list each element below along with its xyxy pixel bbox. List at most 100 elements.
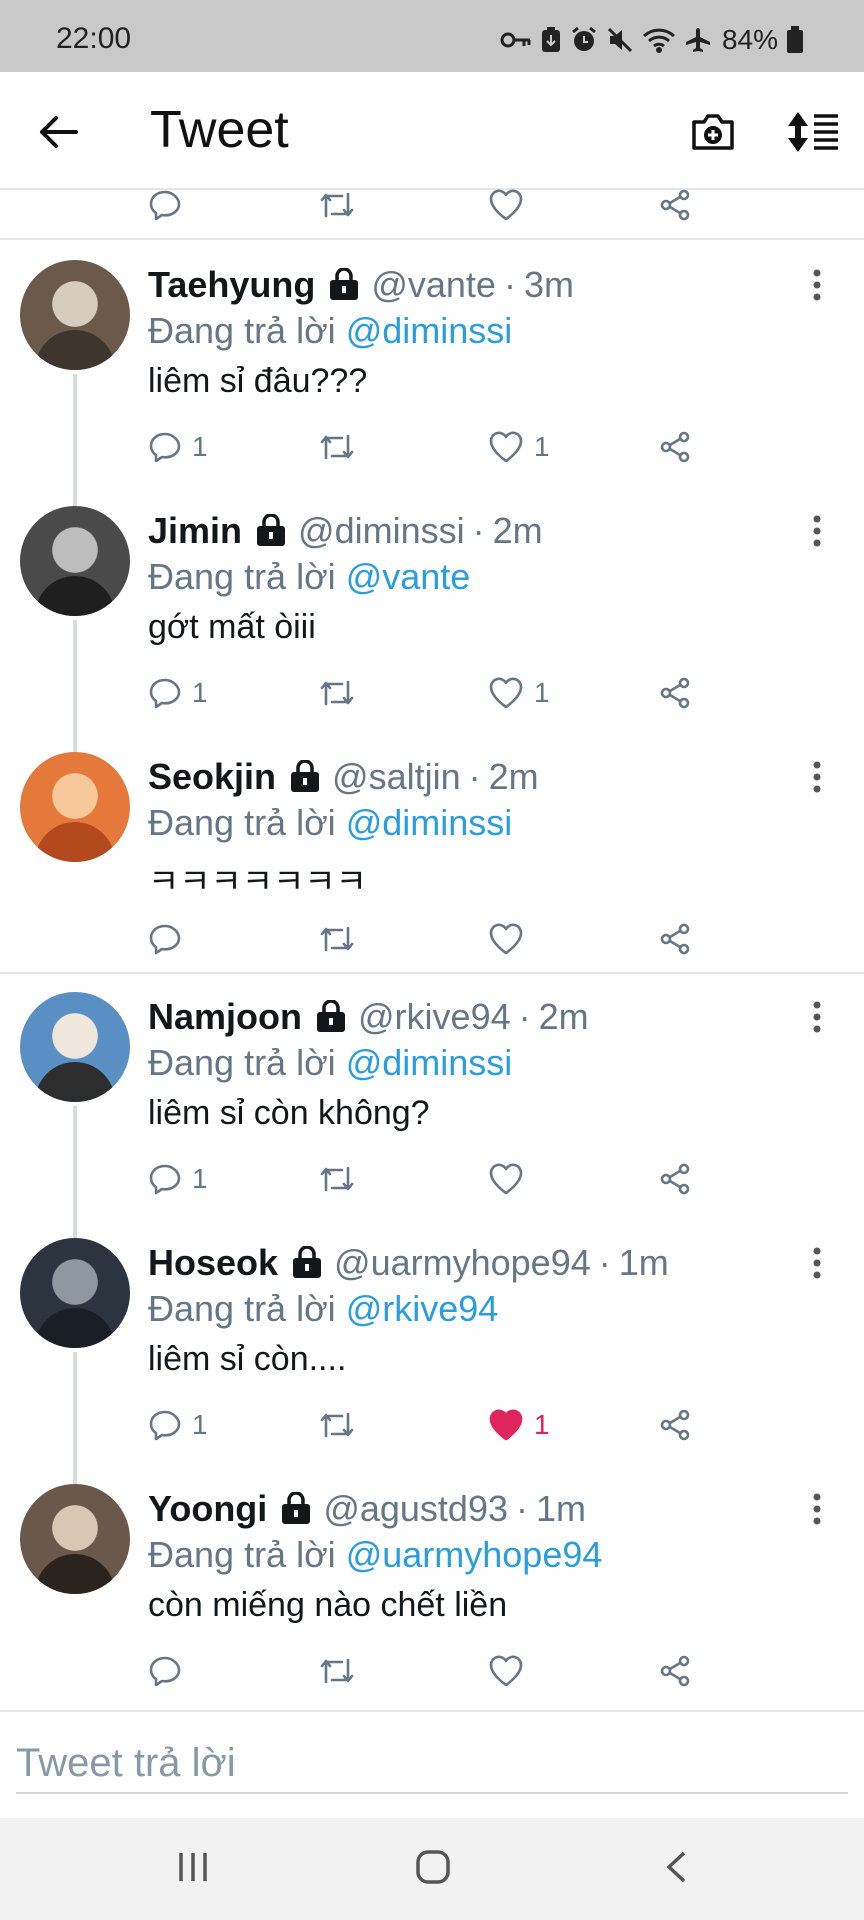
reply-button[interactable]: 1 [148,430,208,464]
replying-to: Đang trả lời @diminssi [148,802,512,844]
more-options-icon[interactable] [810,1000,824,1034]
author-handle[interactable]: @vante [371,264,496,306]
retweet-button[interactable] [318,922,356,956]
reply-button[interactable]: 1 [148,1162,208,1196]
nav-back-icon[interactable] [664,1850,688,1884]
author-name[interactable]: Taehyung [148,264,315,306]
tweet-item: Jimin @diminssi · 2m Đang trả lời @vante gớt … [0,486,864,732]
page-title: Tweet [150,101,289,159]
more-options-icon[interactable] [810,760,824,794]
heart-icon [489,1163,523,1195]
reply-button[interactable]: 1 [148,1408,208,1442]
wifi-icon [642,28,675,53]
share-button[interactable] [658,1654,692,1688]
author-handle[interactable]: @saltjin [332,756,461,798]
reply-input[interactable] [16,1734,848,1794]
replying-to-handle[interactable]: @diminssi [346,1042,513,1083]
share-button[interactable] [658,1162,692,1196]
avatar[interactable] [20,992,130,1102]
reply-icon [149,678,181,709]
author-name[interactable]: Seokjin [148,756,276,798]
share-button[interactable] [658,430,692,464]
lock-icon [282,1492,311,1524]
like-button[interactable]: 1 [488,430,550,464]
lock-icon [291,760,320,792]
thread-line [73,1106,77,1218]
reply-icon [149,1656,181,1687]
tweet-item: Seokjin @saltjin · 2m Đang trả lời @diminssi… [0,732,864,978]
retweet-button[interactable] [318,188,356,222]
back-arrow-icon[interactable] [36,110,80,154]
replying-to-handle[interactable]: @diminssi [346,802,513,843]
retweet-icon [320,1412,354,1438]
more-options-icon[interactable] [810,514,824,548]
reply-button[interactable] [148,1654,192,1688]
app-bar: Tweet [0,72,864,190]
heart-icon [489,189,523,221]
battery-saver-icon [541,27,560,52]
avatar[interactable] [20,1238,130,1348]
like-button[interactable]: 1 [488,676,550,710]
replying-to-label: Đang trả lời [148,556,336,597]
share-icon [660,1409,690,1441]
retweet-button[interactable] [318,1408,356,1442]
replying-to-handle[interactable]: @diminssi [346,310,513,351]
reply-icon [149,190,181,221]
author-handle[interactable]: @rkive94 [358,996,511,1038]
author-handle[interactable]: @diminssi [298,510,465,552]
retweet-icon [320,926,354,952]
share-button[interactable] [658,1408,692,1442]
sort-icon[interactable] [786,110,840,154]
author-name[interactable]: Hoseok [148,1242,278,1284]
reply-button[interactable] [148,922,192,956]
thread-line [73,732,77,752]
avatar[interactable] [20,260,130,370]
like-button[interactable] [488,922,534,956]
lock-icon [257,514,286,546]
reply-icon [149,432,181,463]
replying-to-label: Đang trả lời [148,1534,336,1575]
avatar[interactable] [20,506,130,616]
avatar[interactable] [20,752,130,862]
avatar-shoulders [35,330,115,370]
more-options-icon[interactable] [810,268,824,302]
like-button[interactable]: 1 [488,1408,550,1442]
replying-to-handle[interactable]: @rkive94 [346,1288,499,1329]
airplane-icon [685,28,710,52]
camera-plus-icon[interactable] [690,108,736,154]
retweet-button[interactable] [318,1654,356,1688]
author-name[interactable]: Yoongi [148,1488,267,1530]
partial-tweet-actions [0,188,864,240]
like-button[interactable] [488,1654,534,1688]
retweet-icon [320,1658,354,1684]
replying-to-handle[interactable]: @vante [346,556,471,597]
replying-to-handle[interactable]: @uarmyhope94 [346,1534,603,1575]
more-options-icon[interactable] [810,1492,824,1526]
avatar[interactable] [20,1484,130,1594]
share-button[interactable] [658,922,692,956]
author-name[interactable]: Namjoon [148,996,302,1038]
retweet-button[interactable] [318,676,356,710]
status-icons: 84% [500,24,804,56]
reply-count: 1 [192,1409,208,1440]
separator-dot: · [516,1488,528,1529]
thread-line [73,620,77,732]
reply-button[interactable] [148,188,182,222]
battery-icon [787,26,803,53]
author-handle[interactable]: @uarmyhope94 [334,1242,591,1284]
battery-percent: 84% [721,24,778,55]
like-button[interactable] [488,188,524,222]
recent-apps-icon[interactable] [176,1850,210,1884]
timestamp: 2m [488,756,539,797]
author-handle[interactable]: @agustd93 [323,1488,508,1530]
retweet-button[interactable] [318,1162,356,1196]
retweet-button[interactable] [318,430,356,464]
share-button[interactable] [658,188,692,222]
share-icon [660,189,690,221]
share-button[interactable] [658,676,692,710]
more-options-icon[interactable] [810,1246,824,1280]
like-button[interactable] [488,1162,534,1196]
author-name[interactable]: Jimin [148,510,242,552]
home-icon[interactable] [414,1848,452,1886]
reply-button[interactable]: 1 [148,676,208,710]
